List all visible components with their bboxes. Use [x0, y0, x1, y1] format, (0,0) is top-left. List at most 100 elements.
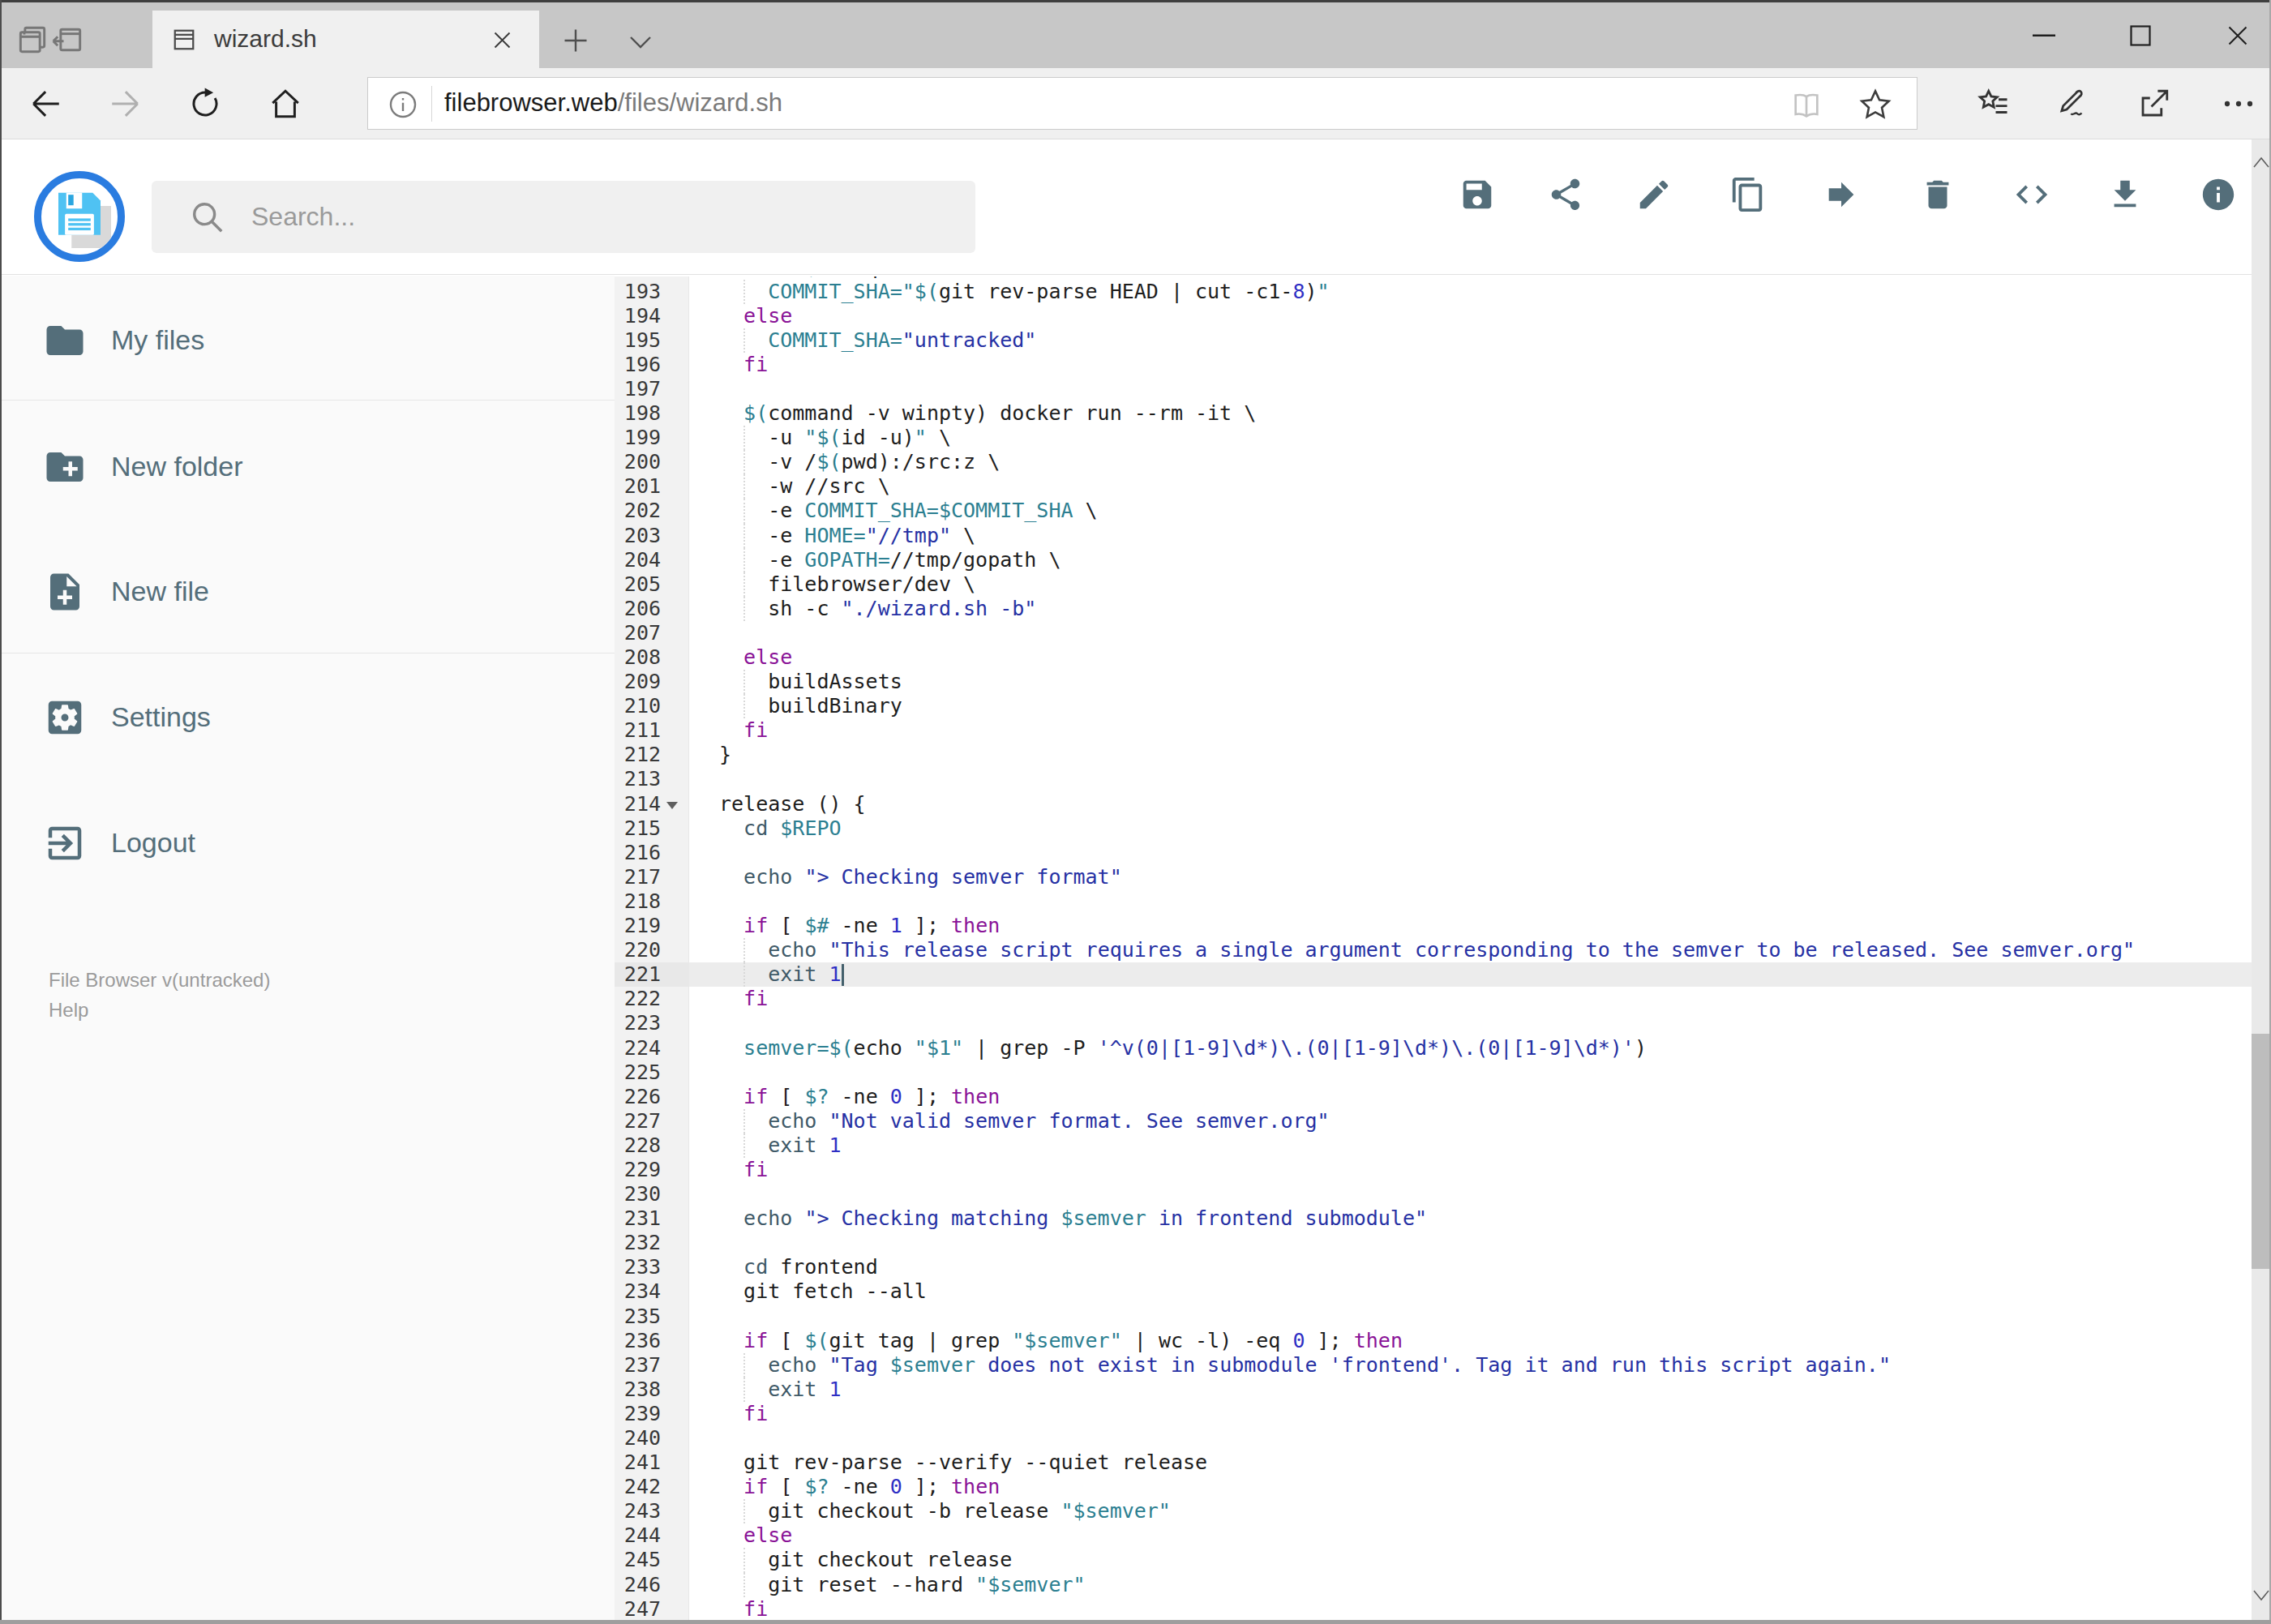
delete-icon[interactable]	[1919, 176, 1956, 213]
code-line[interactable]: 235	[615, 1305, 2252, 1329]
line-number: 215	[615, 816, 689, 841]
code-line[interactable]: 237 echo "Tag $semver does not exist in …	[615, 1353, 2252, 1378]
code-line[interactable]: 244 else	[615, 1523, 2252, 1548]
filebrowser-logo[interactable]	[34, 171, 125, 262]
fold-arrow-icon[interactable]	[666, 802, 678, 809]
tab-list-chevron-icon[interactable]	[626, 30, 655, 54]
sidebar-item-settings[interactable]: Settings	[0, 673, 615, 762]
help-link[interactable]: Help	[49, 999, 88, 1022]
code-line[interactable]: 238 exit 1	[615, 1378, 2252, 1402]
edit-pencil-icon[interactable]	[1635, 176, 1673, 213]
favorite-star-icon[interactable]	[1858, 88, 1892, 122]
annotate-pen-icon[interactable]	[2055, 87, 2089, 121]
code-line[interactable]: 193 COMMIT_SHA="$(git rev-parse HEAD | c…	[615, 280, 2252, 304]
code-line[interactable]: 241 git rev-parse --verify --quiet relea…	[615, 1450, 2252, 1475]
code-line[interactable]: 243 git checkout -b release "$semver"	[615, 1499, 2252, 1523]
save-icon[interactable]	[1459, 176, 1496, 213]
code-line[interactable]: 214release () {	[615, 792, 2252, 816]
code-line[interactable]: 222 fi	[615, 987, 2252, 1011]
code-line[interactable]: 206 sh -c "./wizard.sh -b"	[615, 597, 2252, 621]
code-line[interactable]: 224 semver=$(echo "$1" | grep -P '^v(0|[…	[615, 1036, 2252, 1061]
code-line[interactable]: 245 git checkout release	[615, 1548, 2252, 1572]
code-editor[interactable]: 192 if [ $? -eq 0 ]; then193 COMMIT_SHA=…	[615, 276, 2252, 1620]
share-file-icon[interactable]	[1547, 176, 1584, 213]
info-icon[interactable]	[2200, 176, 2237, 213]
code-line[interactable]: 232	[615, 1231, 2252, 1255]
code-line[interactable]: 233 cd frontend	[615, 1255, 2252, 1279]
site-info-icon[interactable]	[388, 89, 418, 120]
code-line[interactable]: 231 echo "> Checking matching $semver in…	[615, 1206, 2252, 1231]
set-aside-tabs-icon[interactable]	[50, 22, 86, 58]
back-icon[interactable]	[29, 87, 63, 121]
home-icon[interactable]	[268, 87, 302, 121]
line-number: 234	[615, 1279, 689, 1304]
sidebar-item-my-files[interactable]: My files	[0, 296, 615, 385]
move-icon[interactable]	[1823, 176, 1860, 213]
code-line[interactable]: 213	[615, 767, 2252, 791]
hub-favorites-icon[interactable]	[1976, 87, 2010, 121]
code-line[interactable]: 242 if [ $? -ne 0 ]; then	[615, 1475, 2252, 1499]
tab-close-icon[interactable]	[491, 29, 513, 51]
code-line[interactable]: 246 git reset --hard "$semver"	[615, 1573, 2252, 1597]
code-line[interactable]: 199 -u "$(id -u)" \	[615, 426, 2252, 450]
code-line[interactable]: 217 echo "> Checking semver format"	[615, 865, 2252, 889]
code-line[interactable]: 218	[615, 889, 2252, 914]
code-line[interactable]: 215 cd $REPO	[615, 816, 2252, 841]
code-line[interactable]: 221 exit 1	[615, 962, 2252, 987]
code-line[interactable]: 210 buildBinary	[615, 694, 2252, 718]
forward-icon[interactable]	[108, 87, 142, 121]
scrollbar-thumb[interactable]	[2252, 1034, 2271, 1269]
minimize-button[interactable]	[2015, 2, 2072, 68]
code-line[interactable]: 207	[615, 621, 2252, 645]
more-ellipsis-icon[interactable]	[2222, 87, 2256, 121]
refresh-icon[interactable]	[188, 87, 222, 121]
code-line[interactable]: 197	[615, 377, 2252, 401]
code-view-icon[interactable]	[2013, 176, 2050, 213]
browser-tab[interactable]: wizard.sh	[152, 11, 539, 71]
code-line[interactable]: 226 if [ $? -ne 0 ]; then	[615, 1085, 2252, 1109]
code-line[interactable]: 198 $(command -v winpty) docker run --rm…	[615, 401, 2252, 426]
new-tab-icon[interactable]	[561, 26, 590, 55]
code-line[interactable]: 234 git fetch --all	[615, 1279, 2252, 1304]
code-line[interactable]: 239 fi	[615, 1402, 2252, 1426]
maximize-button[interactable]	[2112, 2, 2169, 68]
code-line[interactable]: 205 filebrowser/dev \	[615, 572, 2252, 597]
code-line[interactable]: 219 if [ $# -ne 1 ]; then	[615, 914, 2252, 938]
code-line[interactable]: 196 fi	[615, 353, 2252, 377]
code-line[interactable]: 201 -w //src \	[615, 474, 2252, 499]
code-line[interactable]: 230	[615, 1182, 2252, 1206]
code-line[interactable]: 236 if [ $(git tag | grep "$semver" | wc…	[615, 1329, 2252, 1353]
code-line[interactable]: 229 fi	[615, 1158, 2252, 1182]
code-line[interactable]: 194 else	[615, 304, 2252, 328]
code-line[interactable]: 223	[615, 1011, 2252, 1035]
code-line[interactable]: 225	[615, 1061, 2252, 1085]
code-line[interactable]: 208 else	[615, 645, 2252, 670]
scroll-up-icon[interactable]	[2252, 156, 2270, 169]
search-input[interactable]: Search...	[152, 181, 975, 253]
address-bar[interactable]: filebrowser.web/files/wizard.sh	[367, 77, 1917, 130]
close-window-button[interactable]	[2209, 2, 2266, 68]
code-line[interactable]: 211 fi	[615, 718, 2252, 743]
code-line[interactable]: 200 -v /$(pwd):/src:z \	[615, 450, 2252, 474]
code-line[interactable]: 228 exit 1	[615, 1133, 2252, 1158]
share-icon[interactable]	[2137, 87, 2171, 121]
scroll-down-icon[interactable]	[2252, 1589, 2270, 1602]
code-line[interactable]: 227 echo "Not valid semver format. See s…	[615, 1109, 2252, 1133]
code-line[interactable]: 195 COMMIT_SHA="untracked"	[615, 328, 2252, 353]
sidebar-item-logout[interactable]: Logout	[0, 799, 615, 888]
page-scrollbar[interactable]	[2252, 139, 2271, 1620]
sidebar-item-new-file[interactable]: New file	[0, 547, 615, 636]
code-line[interactable]: 220 echo "This release script requires a…	[615, 938, 2252, 962]
tabs-preview-icon[interactable]	[15, 22, 50, 58]
code-line[interactable]: 202 -e COMMIT_SHA=$COMMIT_SHA \	[615, 499, 2252, 523]
download-icon[interactable]	[2106, 176, 2144, 213]
copy-icon[interactable]	[1729, 176, 1767, 213]
code-line[interactable]: 240	[615, 1426, 2252, 1450]
code-line[interactable]: 216	[615, 841, 2252, 865]
sidebar-item-new-folder[interactable]: New folder	[0, 422, 615, 512]
code-line[interactable]: 203 -e HOME="//tmp" \	[615, 524, 2252, 548]
code-line[interactable]: 212}	[615, 743, 2252, 767]
code-line[interactable]: 204 -e GOPATH=//tmp/gopath \	[615, 548, 2252, 572]
code-line[interactable]: 209 buildAssets	[615, 670, 2252, 694]
code-line[interactable]: 247 fi	[615, 1597, 2252, 1620]
